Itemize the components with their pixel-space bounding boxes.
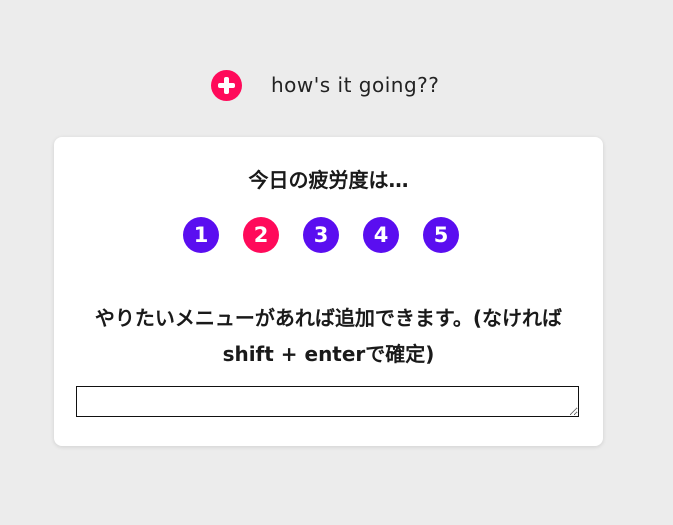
header: how's it going?? xyxy=(0,68,673,104)
fatigue-rating-group: 1 2 3 4 5 xyxy=(183,217,459,255)
rating-5-button[interactable]: 5 xyxy=(423,217,459,253)
rating-3-button[interactable]: 3 xyxy=(303,217,339,253)
menu-input[interactable] xyxy=(76,386,579,417)
rating-1-button[interactable]: 1 xyxy=(183,217,219,253)
rating-4-button[interactable]: 4 xyxy=(363,217,399,253)
rating-2-button[interactable]: 2 xyxy=(243,217,279,253)
menu-prompt: やりたいメニューがあれば追加できます。(なければshift + enterで確定… xyxy=(94,306,563,366)
plus-circle-icon[interactable] xyxy=(211,70,242,101)
fatigue-question: 今日の疲労度は… xyxy=(248,168,409,192)
greeting-text: how's it going?? xyxy=(271,73,440,97)
fatigue-card: 今日の疲労度は… 1 2 3 4 5 やりたいメニューがあれば追加できます。(な… xyxy=(54,137,603,446)
